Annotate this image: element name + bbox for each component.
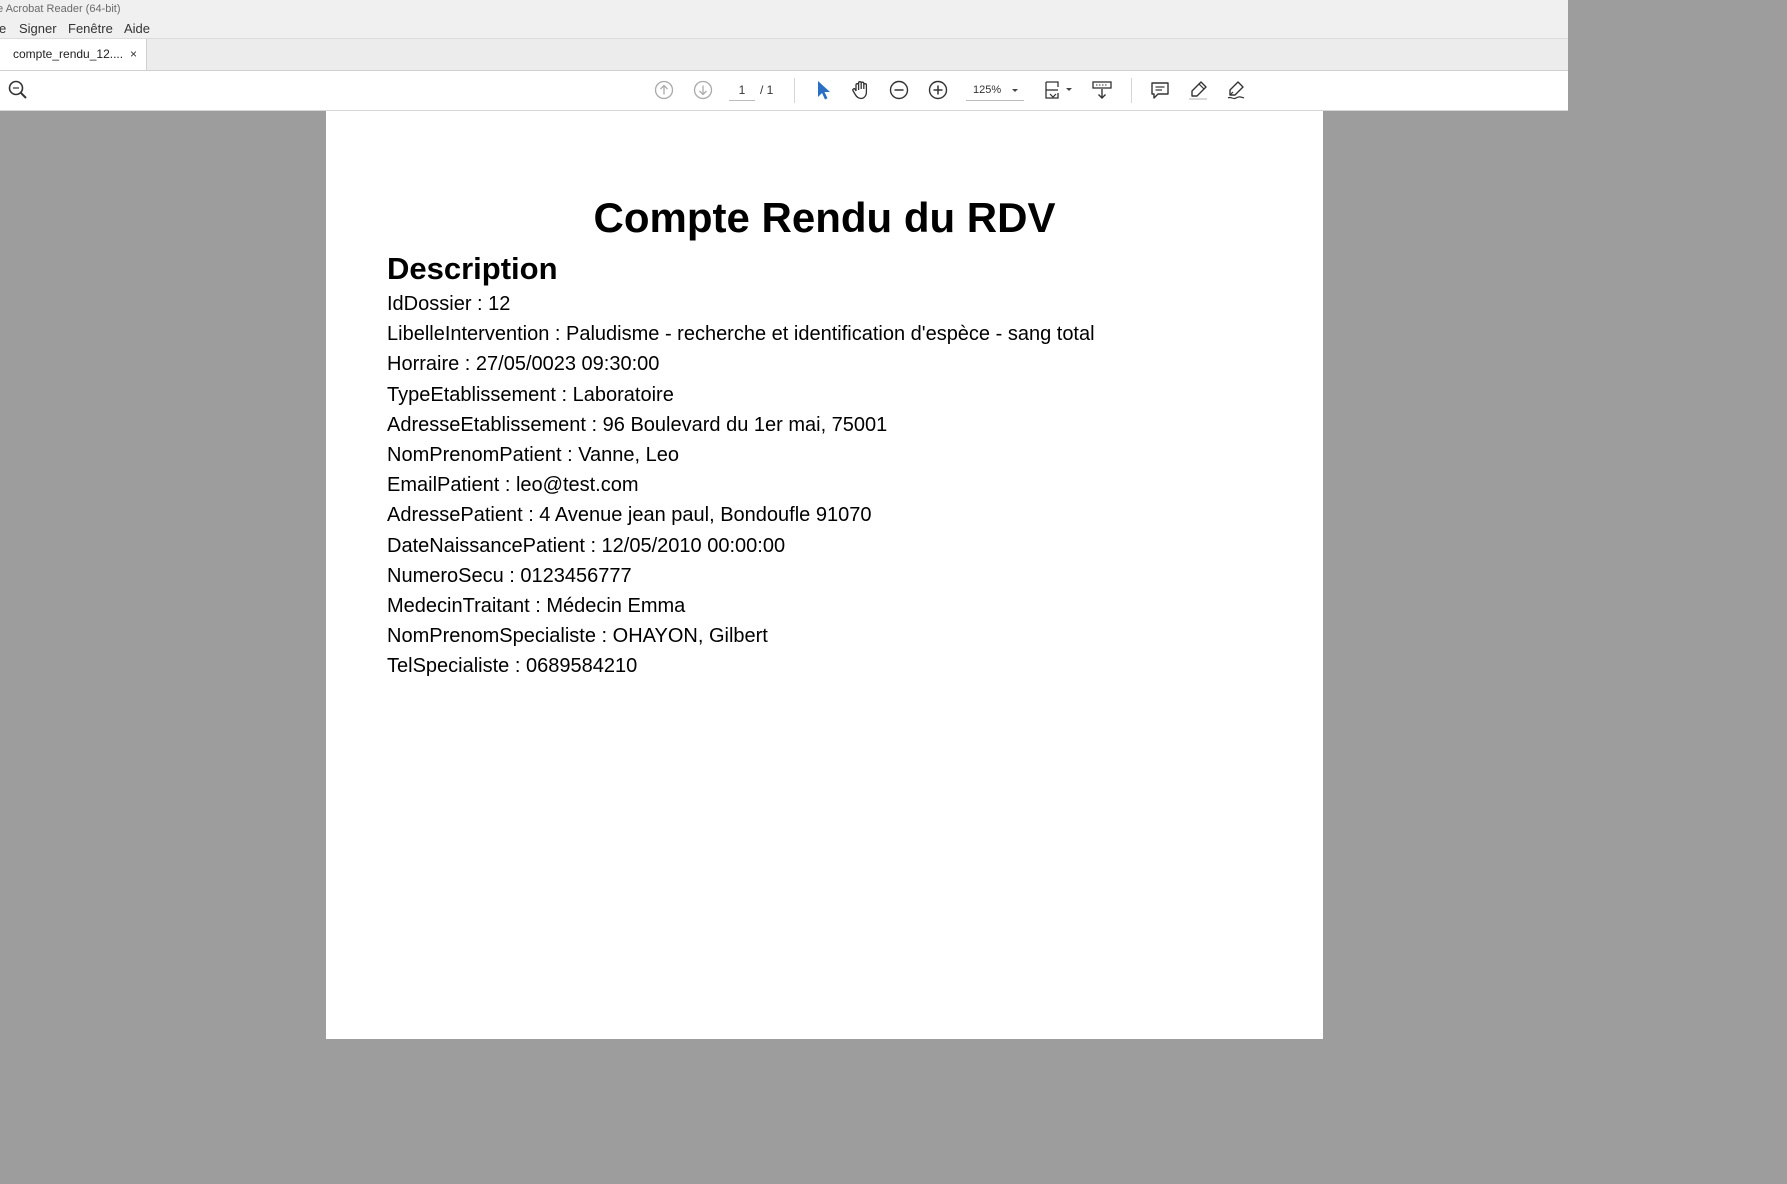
page-number-input[interactable]: 1	[729, 80, 755, 101]
menu-item-file[interactable]: e	[0, 19, 6, 38]
field-date-naissance-patient: DateNaissancePatient : 12/05/2010 00:00:…	[387, 534, 786, 557]
document-title: Compte Rendu du RDV	[593, 194, 1056, 241]
tab-label: compte_rendu_12....	[13, 47, 124, 61]
section-heading: Description	[387, 251, 558, 286]
menu-item-signer[interactable]: Signer	[19, 19, 57, 38]
search-zoom-icon[interactable]	[7, 79, 29, 101]
field-tel-specialiste: TelSpecialiste : 0689584210	[387, 655, 638, 678]
sign-icon[interactable]	[1225, 79, 1247, 101]
tab-bar: compte_rendu_12.... ×	[0, 39, 1568, 71]
page-total: / 1	[760, 83, 774, 97]
field-id-dossier: IdDossier : 12	[387, 293, 511, 315]
fit-page-icon[interactable]	[1043, 79, 1075, 101]
field-adresse-etablissement: AdresseEtablissement : 96 Boulevard du 1…	[387, 413, 888, 436]
zoom-value: 125%	[973, 84, 1002, 96]
field-email-patient: EmailPatient : leo@test.com	[387, 474, 639, 497]
page-up-icon[interactable]	[653, 79, 675, 101]
window-title: e Acrobat Reader (64-bit)	[0, 3, 121, 15]
menu-bar: e Signer Fenêtre Aide	[0, 19, 1568, 39]
field-type-etablissement: TypeEtablissement : Laboratoire	[387, 383, 674, 406]
toolbar: 1 / 1 125%	[0, 71, 1568, 111]
field-libelle-intervention: LibelleIntervention : Paludisme - recher…	[387, 323, 1095, 346]
highlight-icon[interactable]	[1187, 79, 1209, 101]
zoom-in-icon[interactable]	[927, 79, 949, 101]
scroll-mode-icon[interactable]	[1091, 79, 1113, 101]
document-viewer[interactable]: Compte Rendu du RDV Description IdDossie…	[0, 111, 1568, 1039]
menu-item-fenetre[interactable]: Fenêtre	[68, 19, 113, 38]
zoom-select[interactable]: 125%	[966, 80, 1024, 101]
menu-item-aide[interactable]: Aide	[124, 19, 150, 38]
field-nom-prenom-specialiste: NomPrenomSpecialiste : OHAYON, Gilbert	[387, 625, 768, 648]
toolbar-divider	[1131, 78, 1132, 103]
field-medecin-traitant: MedecinTraitant : Médecin Emma	[387, 594, 686, 617]
select-arrow-icon[interactable]	[812, 79, 834, 101]
title-bar: e Acrobat Reader (64-bit)	[0, 0, 1568, 19]
page-down-icon[interactable]	[692, 79, 714, 101]
field-nom-prenom-patient: NomPrenomPatient : Vanne, Leo	[387, 443, 680, 466]
comment-icon[interactable]	[1149, 79, 1171, 101]
field-numero-secu: NumeroSecu : 0123456777	[387, 564, 632, 587]
hand-icon[interactable]	[850, 79, 872, 101]
close-icon[interactable]: ×	[130, 39, 137, 70]
document-tab[interactable]: compte_rendu_12.... ×	[0, 39, 147, 70]
field-horraire: Horraire : 27/05/0023 09:30:00	[387, 353, 660, 376]
chevron-down-icon	[1010, 80, 1020, 100]
pdf-page: Compte Rendu du RDV Description IdDossie…	[326, 111, 1323, 1039]
toolbar-divider	[794, 78, 795, 103]
zoom-out-icon[interactable]	[888, 79, 910, 101]
field-list: IdDossier : 12 LibelleIntervention : Pal…	[387, 289, 1095, 681]
field-adresse-patient: AdressePatient : 4 Avenue jean paul, Bon…	[387, 504, 872, 527]
